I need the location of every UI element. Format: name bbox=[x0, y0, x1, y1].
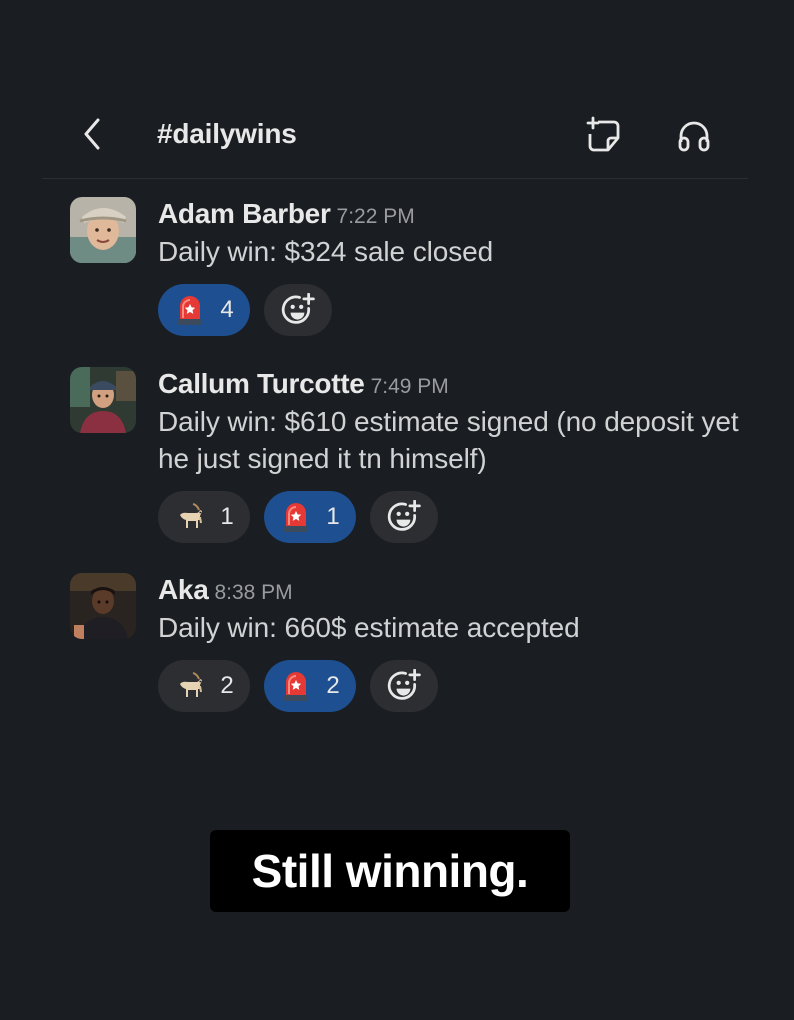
avatar[interactable] bbox=[70, 197, 136, 263]
channel-header: #dailywins bbox=[42, 100, 748, 179]
reaction-count: 2 bbox=[220, 672, 234, 699]
headphones-icon[interactable] bbox=[674, 116, 714, 156]
add-reaction-icon bbox=[387, 669, 421, 703]
rotating-light-emoji bbox=[280, 670, 312, 702]
goat-emoji bbox=[174, 501, 206, 533]
avatar[interactable] bbox=[70, 573, 136, 639]
reaction-count: 1 bbox=[220, 503, 234, 530]
timestamp: 7:22 PM bbox=[336, 205, 415, 228]
reaction-pill[interactable]: 2 bbox=[264, 660, 356, 712]
reaction-pill[interactable]: 1 bbox=[158, 491, 250, 543]
rotating-light-emoji bbox=[174, 294, 206, 326]
add-reaction-button[interactable] bbox=[264, 284, 332, 336]
reaction-bar: 4 bbox=[158, 284, 748, 336]
author-name[interactable]: Aka bbox=[158, 574, 209, 605]
chevron-left-icon[interactable] bbox=[78, 116, 108, 152]
reaction-bar: 1 1 bbox=[158, 491, 748, 543]
add-reaction-icon bbox=[281, 293, 315, 327]
add-reaction-button[interactable] bbox=[370, 660, 438, 712]
message-text: Daily win: $610 estimate signed (no depo… bbox=[158, 406, 739, 474]
reaction-count: 4 bbox=[220, 296, 234, 323]
reaction-bar: 2 2 bbox=[158, 660, 748, 712]
timestamp: 7:49 PM bbox=[370, 375, 449, 398]
canvas-add-icon[interactable] bbox=[584, 116, 624, 156]
add-reaction-icon bbox=[387, 500, 421, 534]
channel-title[interactable]: #dailywins bbox=[157, 118, 297, 150]
caption-overlay: Still winning. bbox=[210, 830, 570, 912]
reaction-count: 2 bbox=[326, 672, 340, 699]
message-text: Daily win: 660$ estimate accepted bbox=[158, 612, 580, 643]
avatar[interactable] bbox=[70, 367, 136, 433]
add-reaction-button[interactable] bbox=[370, 491, 438, 543]
rotating-light-emoji bbox=[280, 501, 312, 533]
author-name[interactable]: Callum Turcotte bbox=[158, 368, 365, 399]
reaction-count: 1 bbox=[326, 503, 340, 530]
reaction-pill[interactable]: 4 bbox=[158, 284, 250, 336]
message-text: Daily win: $324 sale closed bbox=[158, 236, 494, 267]
reaction-pill[interactable]: 2 bbox=[158, 660, 250, 712]
goat-emoji bbox=[174, 670, 206, 702]
timestamp: 8:38 PM bbox=[214, 581, 293, 604]
author-name[interactable]: Adam Barber bbox=[158, 198, 331, 229]
reaction-pill[interactable]: 1 bbox=[264, 491, 356, 543]
